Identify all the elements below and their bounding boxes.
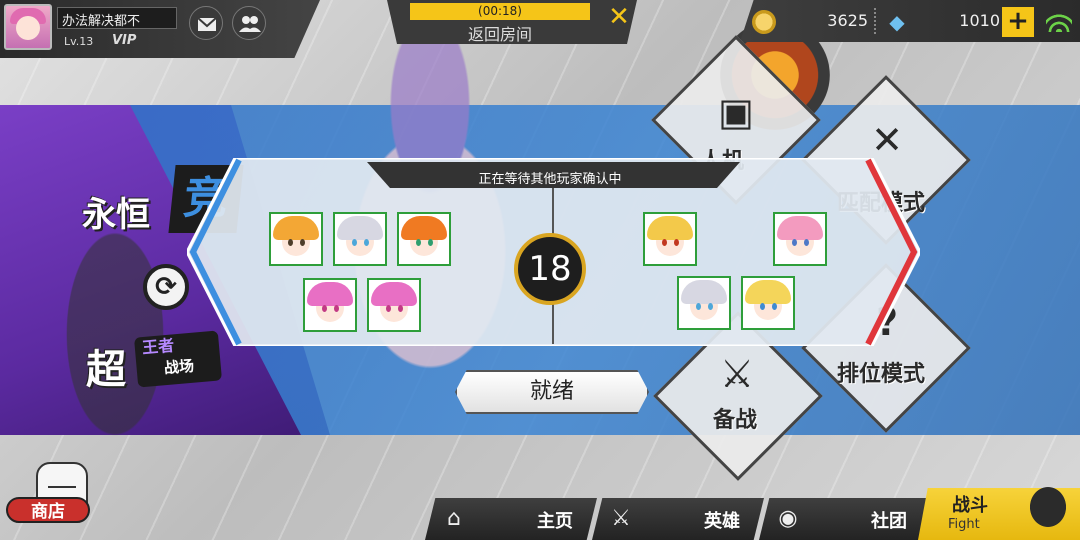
hero-eye [760, 303, 765, 310]
avatar[interactable] [4, 4, 52, 50]
hero-hair [307, 282, 353, 306]
prep-label[interactable]: 备战 [713, 402, 757, 434]
hero-hair [777, 216, 823, 240]
wifi-icon [1046, 10, 1072, 32]
room-timer: (00:18) [410, 3, 590, 20]
hero-eye [674, 239, 679, 246]
close-icon[interactable]: ✕ [604, 2, 634, 32]
player-level: Lv.13 [64, 35, 94, 48]
hero-portrait-left-5 [367, 278, 421, 332]
gem-count: 1010 [959, 11, 1000, 30]
shop-label[interactable]: 商店 [6, 497, 90, 523]
heroes-icon: ⚔ [611, 506, 631, 531]
vip-badge[interactable]: VIP [112, 33, 136, 48]
countdown-timer: 18 [514, 233, 586, 305]
nav-community[interactable]: ◉ 社团 [759, 498, 931, 540]
mode-king-line2: 战场 [163, 356, 195, 378]
friends-icon [239, 16, 261, 32]
hero-eye [300, 239, 305, 246]
hero-eye [352, 239, 357, 246]
return-room-label[interactable]: 返回房间 [410, 21, 590, 45]
hero-eye [364, 239, 369, 246]
hero-eye [288, 239, 293, 246]
mode-eternal-title[interactable]: 永恒 [82, 187, 150, 236]
coin-count: 3625 [827, 11, 868, 30]
swords-icon: ⚔ [719, 352, 755, 396]
swap-mode-icon[interactable]: ⟳ [143, 264, 189, 310]
home-icon: ⌂ [447, 506, 461, 531]
hero-hair [337, 216, 383, 240]
lucky-cat-face [48, 478, 76, 488]
coin-icon [752, 10, 776, 34]
mode-super-title[interactable]: 超 [86, 337, 126, 395]
diamond-icon: ◆ [889, 10, 905, 34]
hero-portrait-right-2 [773, 212, 827, 266]
hero-eye [322, 305, 327, 312]
player-name: 办法解决都不 [57, 7, 177, 29]
nav-heroes-label: 英雄 [704, 511, 740, 532]
hero-eye [772, 303, 777, 310]
hero-eye [804, 239, 809, 246]
ready-button[interactable]: 就绪 [455, 370, 649, 414]
robot-icon: ▣ [718, 90, 754, 134]
hero-hair [681, 280, 727, 304]
hero-eye [662, 239, 667, 246]
hero-eye [428, 239, 433, 246]
hero-eye [334, 305, 339, 312]
hero-eye [696, 303, 701, 310]
friends-button[interactable] [232, 6, 266, 40]
add-currency-button[interactable]: + [1002, 7, 1034, 37]
hero-hair [371, 282, 417, 306]
mail-button[interactable] [189, 6, 223, 40]
hero-eye [792, 239, 797, 246]
crossed-swords-icon: ✕ [871, 118, 903, 162]
nav-home-label: 主页 [537, 511, 573, 532]
hero-portrait-right-4 [741, 276, 795, 330]
hero-portrait-right-3 [677, 276, 731, 330]
hero-hair [647, 216, 693, 240]
hero-eye [398, 305, 403, 312]
hero-portrait-left-1 [269, 212, 323, 266]
mail-icon [197, 17, 217, 31]
hero-hair [745, 280, 791, 304]
fight-figure-icon [1020, 476, 1076, 538]
nav-fight-sublabel: Fight [948, 517, 980, 532]
avatar-face [16, 16, 40, 40]
hero-eye [416, 239, 421, 246]
nav-community-label: 社团 [871, 511, 907, 532]
nav-heroes[interactable]: ⚔ 英雄 [592, 498, 764, 540]
mode-king-line1: 王者 [141, 335, 175, 358]
nav-home[interactable]: ⌂ 主页 [425, 498, 597, 540]
hero-portrait-left-3 [397, 212, 451, 266]
nav-fight-label[interactable]: 战斗 [952, 491, 988, 517]
hero-portrait-right-1 [643, 212, 697, 266]
hero-eye [708, 303, 713, 310]
rank-mode-label[interactable]: 排位模式 [837, 356, 925, 388]
hero-portrait-left-4 [303, 278, 357, 332]
hero-hair [273, 216, 319, 240]
hero-eye [386, 305, 391, 312]
community-icon: ◉ [778, 506, 798, 531]
currency-divider [874, 8, 876, 34]
hero-portrait-left-2 [333, 212, 387, 266]
waiting-message: 正在等待其他玩家确认中 [478, 172, 622, 187]
hero-hair [401, 216, 447, 240]
